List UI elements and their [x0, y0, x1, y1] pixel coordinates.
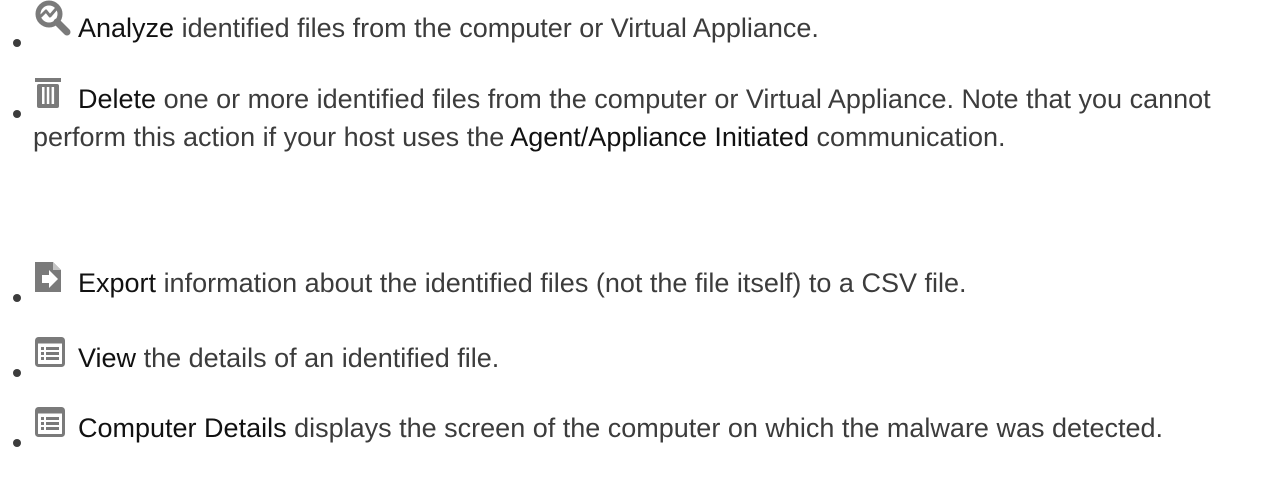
item-text: View the details of an identified file. [33, 339, 1243, 377]
item-text: Export information about the identified … [33, 264, 1243, 302]
item-description-end: communication. [816, 122, 1006, 152]
item-text: Delete one or more identified files from… [33, 80, 1243, 156]
item-keyword[interactable]: Analyze [78, 13, 174, 43]
bullet [13, 39, 21, 47]
bullet [13, 110, 21, 118]
item-description: the details of an identified file. [143, 343, 500, 373]
item-keyword[interactable]: Computer Details [78, 413, 287, 443]
item-keyword[interactable]: View [78, 343, 136, 373]
item-description: identified files from the computer or Vi… [181, 13, 819, 43]
item-description: displays the screen of the computer on w… [294, 413, 1164, 443]
item-text: Computer Details displays the screen of … [33, 409, 1243, 447]
bullet [13, 294, 21, 302]
item-description: information about the identified files (… [163, 268, 967, 298]
item-emphasis: Agent/Appliance Initiated [510, 122, 809, 152]
bullet [13, 369, 21, 377]
item-keyword[interactable]: Delete [78, 84, 156, 114]
item-keyword[interactable]: Export [78, 268, 156, 298]
item-text: Analyze identified files from the comput… [33, 9, 1243, 47]
bullet [13, 439, 21, 447]
